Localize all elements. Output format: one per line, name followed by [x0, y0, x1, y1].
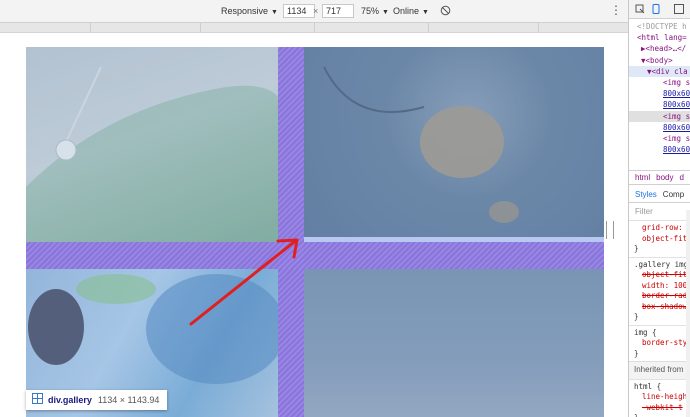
media-query-ruler — [0, 23, 628, 33]
gallery-image — [26, 47, 278, 242]
ruler-segment[interactable] — [90, 23, 91, 32]
dom-attr-link[interactable]: 800x60 — [629, 99, 690, 110]
grid-gap-highlight — [304, 237, 604, 242]
breadcrumb-item[interactable]: body — [656, 173, 673, 182]
css-rule: html { line-heigh -webkit-t } — [629, 378, 690, 417]
scrollbar[interactable] — [686, 210, 690, 417]
css-rules: grid-row: object-fit } .gallery img obje… — [629, 220, 690, 417]
throttle-select[interactable]: Online ▼ — [393, 5, 429, 17]
dom-attr-link[interactable]: 800x60 — [629, 144, 690, 155]
dom-node-selected[interactable]: ▼<div cla — [629, 65, 690, 78]
filter-input[interactable]: Filter — [635, 207, 653, 216]
width-input[interactable]: 1134 — [283, 4, 315, 18]
gallery-image — [304, 269, 604, 417]
dom-node[interactable]: ▶<head>…</ — [629, 43, 690, 54]
page-viewport — [0, 33, 628, 417]
inspect-icon[interactable] — [635, 4, 645, 14]
breadcrumb-item[interactable]: html — [635, 173, 650, 182]
ruler-segment[interactable] — [538, 23, 539, 32]
elements-tab-icon[interactable] — [674, 4, 684, 14]
throttle-label: Online — [393, 6, 420, 16]
ruler-segment[interactable] — [200, 23, 201, 32]
css-rule: .gallery img object-fit width: 100 borde… — [629, 256, 690, 325]
css-property[interactable]: width: 100 — [634, 281, 690, 292]
zoom-select[interactable]: 75% ▼ — [361, 5, 389, 17]
dom-node[interactable]: ▼<body> — [629, 55, 690, 66]
css-rule: grid-row: object-fit } — [629, 220, 690, 257]
devtools-toolbar — [629, 0, 690, 19]
css-property[interactable]: line-heigh — [634, 392, 690, 403]
grid-gap-vertical — [278, 47, 304, 417]
more-options-icon[interactable]: ⋮ — [610, 3, 622, 17]
chevron-down-icon: ▼ — [422, 9, 429, 16]
times-sign: × — [313, 6, 319, 16]
resize-handle[interactable] — [606, 221, 614, 239]
css-rule: img { border-sty } — [629, 324, 690, 362]
devtools-panel: <!DOCTYPE h <html lang= ▶<head>…</ ▼<bod… — [628, 0, 690, 417]
dom-attr-link[interactable]: 800x60 — [629, 88, 690, 99]
css-selector[interactable]: img { — [634, 328, 690, 339]
device-select[interactable]: Responsive ▼ — [221, 5, 278, 17]
dom-node[interactable]: <img s — [629, 133, 690, 144]
chevron-down-icon: ▼ — [382, 9, 389, 16]
tab-styles[interactable]: Styles — [635, 190, 657, 199]
dom-node[interactable]: <!DOCTYPE h — [629, 21, 690, 32]
css-selector[interactable]: .gallery img — [634, 260, 690, 271]
element-tooltip: div.gallery 1134 × 1143.94 — [26, 390, 168, 410]
height-input[interactable]: 717 — [322, 4, 354, 18]
dom-node[interactable]: <img s — [629, 110, 690, 122]
tab-computed[interactable]: Comp — [663, 190, 684, 199]
ruler-segment[interactable] — [428, 23, 429, 32]
device-toggle-icon[interactable] — [651, 4, 661, 14]
breadcrumb-item[interactable]: d — [679, 173, 683, 182]
dom-node[interactable]: <img s — [629, 77, 690, 88]
highlight-overlay — [304, 269, 604, 417]
css-property[interactable]: border-rad — [634, 291, 690, 302]
dom-tree: <!DOCTYPE h <html lang= ▶<head>…</ ▼<bod… — [629, 19, 690, 155]
element-dimensions: 1134 × 1143.94 — [97, 395, 160, 405]
css-property[interactable]: object-fit — [634, 234, 690, 245]
gallery-image — [304, 47, 604, 242]
device-label: Responsive — [221, 6, 269, 16]
grid-icon — [32, 393, 43, 404]
css-property[interactable]: box-shadow — [634, 302, 690, 313]
css-property[interactable]: -webkit-t — [634, 403, 690, 414]
rotate-icon[interactable] — [440, 5, 451, 17]
device-toolbar: Responsive ▼ 1134 × 717 75% ▼ Online ▼ ⋮ — [0, 0, 628, 23]
highlight-overlay — [26, 47, 278, 242]
css-property[interactable]: border-sty — [634, 338, 690, 349]
gallery — [26, 47, 604, 417]
grid-gap-horizontal — [26, 242, 604, 269]
inherited-header: Inherited from — [629, 361, 690, 379]
dom-attr-link[interactable]: 800x60 — [629, 122, 690, 133]
zoom-label: 75% — [361, 6, 380, 16]
chevron-down-icon: ▼ — [271, 9, 278, 16]
dom-node[interactable]: <html lang= — [629, 32, 690, 43]
css-property[interactable]: grid-row: — [634, 223, 690, 234]
element-selector: div.gallery — [48, 395, 92, 405]
css-property[interactable]: object-fit — [634, 270, 690, 281]
breadcrumb: html body d — [629, 170, 690, 185]
css-selector[interactable]: html { — [634, 382, 690, 393]
ruler-segment[interactable] — [314, 23, 315, 32]
styles-tabbar: Styles Comp — [629, 188, 690, 203]
highlight-overlay — [304, 47, 604, 242]
